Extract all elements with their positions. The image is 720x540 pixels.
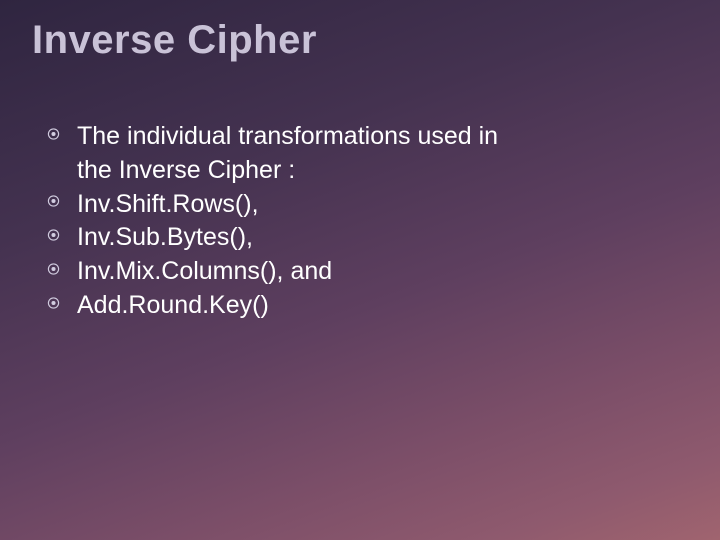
bullet-item: Inv.Shift.Rows(), [45,188,670,222]
bullet-target-icon [47,127,60,140]
bullet-text: Add.Round.Key() [77,291,269,319]
bullet-text: The individual transformations used in [77,122,498,150]
bullet-target-icon [47,262,60,275]
slide-content: The individual transformations used in t… [45,120,670,323]
bullet-item: Inv.Sub.Bytes(), [45,221,670,255]
bullet-text-continuation: the Inverse Cipher : [77,154,670,188]
bullet-text: Inv.Shift.Rows(), [77,190,259,218]
bullet-item: Inv.Mix.Columns(), and [45,255,670,289]
slide-title: Inverse Cipher [32,18,317,63]
bullet-item: Add.Round.Key() [45,289,670,323]
bullet-text: Inv.Sub.Bytes(), [77,223,253,251]
slide: Inverse Cipher The individual transforma… [0,0,720,540]
bullet-target-icon [47,229,60,242]
bullet-target-icon [47,195,60,208]
bullet-item: The individual transformations used in [45,120,670,154]
bullet-text: Inv.Mix.Columns(), and [77,257,332,285]
bullet-target-icon [47,296,60,309]
